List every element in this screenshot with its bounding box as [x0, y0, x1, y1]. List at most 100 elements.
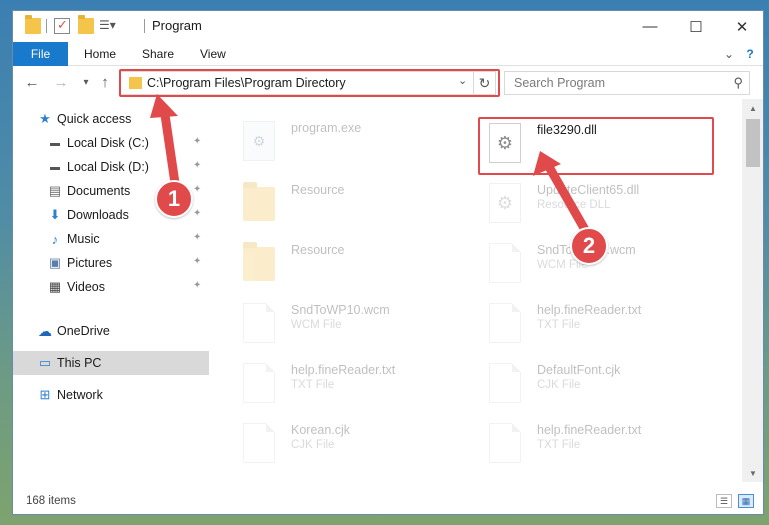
window-title: Program — [152, 18, 202, 33]
explorer-window: ✓ ☰▾ Program — ☐ ✕ File Home Share View … — [12, 10, 764, 515]
properties-icon[interactable]: ✓ — [54, 17, 70, 34]
drive-icon: ▬ — [50, 137, 60, 149]
tab-share[interactable]: Share — [130, 42, 186, 66]
sidebar-item-label: Videos — [67, 280, 105, 294]
sidebar-item-this-pc[interactable]: ▭ This PC — [13, 351, 209, 375]
folder-icon — [243, 182, 275, 221]
divider — [46, 19, 47, 33]
file-name: Resource — [291, 183, 345, 197]
exe-icon: ⚙ — [243, 121, 275, 161]
close-button[interactable]: ✕ — [719, 11, 763, 42]
callout-1: 1 — [155, 180, 193, 218]
divider — [144, 19, 145, 33]
file-type: TXT File — [537, 319, 581, 331]
file-item[interactable]: Korean.cjk CJK File — [235, 417, 475, 475]
sidebar-item-label: Pictures — [67, 256, 113, 270]
tab-file[interactable]: File — [13, 42, 68, 66]
file-item[interactable]: DefaultFont.cjk CJK File — [481, 357, 721, 415]
sidebar-item-label: Downloads — [67, 208, 129, 222]
document-icon — [489, 303, 521, 343]
pictures-icon: ▣ — [48, 255, 62, 270]
sidebar-item-label: This PC — [57, 356, 102, 370]
sidebar-item-label: Quick access — [57, 112, 132, 126]
pin-icon[interactable]: ✦ — [193, 280, 201, 291]
pin-icon[interactable]: ✦ — [193, 160, 201, 171]
sidebar-item-network[interactable]: ⊞ Network — [13, 383, 209, 407]
scroll-down-icon[interactable]: ▼ — [742, 464, 763, 482]
folder-item[interactable]: Resource — [235, 237, 475, 295]
file-name: Resource — [291, 243, 345, 257]
sidebar-item-label: Music — [67, 232, 100, 246]
file-name: SndToWP10.wcm — [291, 303, 390, 317]
pin-icon[interactable]: ✦ — [193, 256, 201, 267]
sidebar-item-local-disk-d[interactable]: ▬ Local Disk (D:) ✦ — [13, 155, 209, 179]
music-icon: ♪ — [51, 231, 59, 247]
target-file-highlight-box — [478, 117, 714, 175]
sidebar-item-quick-access[interactable]: ★ Quick access — [13, 107, 209, 131]
help-icon[interactable]: ? — [741, 42, 759, 66]
folder-icon — [25, 15, 41, 34]
forward-icon[interactable]: → — [52, 73, 70, 91]
customize-quick-access-icon[interactable]: ☰▾ — [99, 18, 119, 34]
expand-ribbon-icon[interactable]: ⌄ — [719, 42, 739, 66]
status-bar: 168 items ☰ ▦ — [13, 490, 763, 514]
document-icon — [489, 363, 521, 403]
search-icon[interactable]: ⚲ — [733, 75, 743, 91]
download-icon: ⬇ — [49, 207, 61, 222]
search-input[interactable] — [505, 72, 725, 94]
file-item[interactable]: help.fineReader.txt TXT File — [235, 357, 475, 415]
recent-locations-icon[interactable]: ▾ — [77, 73, 95, 91]
ribbon-tabs: File Home Share View ⌄ ? — [13, 42, 763, 66]
vertical-scrollbar[interactable]: ▲ ▼ — [742, 99, 763, 482]
folder-icon — [243, 242, 275, 281]
folder-item[interactable]: Resource — [235, 177, 475, 235]
drive-icon: ▬ — [50, 161, 60, 173]
maximize-button[interactable]: ☐ — [673, 11, 719, 42]
pin-icon[interactable]: ✦ — [193, 232, 201, 243]
pin-icon[interactable]: ✦ — [193, 184, 201, 195]
back-icon[interactable]: ← — [23, 73, 41, 91]
file-item[interactable]: help.fineReader.txt TXT File — [481, 297, 721, 355]
scroll-up-icon[interactable]: ▲ — [742, 99, 763, 117]
minimize-button[interactable]: — — [627, 11, 673, 42]
sidebar-item-label: Documents — [67, 184, 131, 198]
file-name: DefaultFont.cjk — [537, 363, 621, 377]
pin-icon[interactable]: ✦ — [193, 136, 201, 147]
sidebar-item-label: Local Disk (C:) — [67, 136, 149, 150]
document-icon — [243, 423, 275, 463]
large-icons-view-icon[interactable]: ▦ — [738, 494, 754, 508]
videos-icon: ▦ — [48, 279, 62, 294]
file-type: Resource DLL — [537, 199, 611, 211]
file-name: program.exe — [291, 121, 362, 135]
title-bar: ✓ ☰▾ Program — ☐ ✕ — [13, 11, 763, 42]
computer-icon: ▭ — [38, 355, 52, 370]
sidebar-item-videos[interactable]: ▦ Videos ✦ — [13, 275, 209, 299]
file-name: UpdateClient65.dll — [537, 183, 640, 197]
file-item[interactable]: ⚙ program.exe — [235, 115, 475, 173]
file-item[interactable]: help.fineReader.txt TXT File — [481, 417, 721, 475]
file-name: help.fineReader.txt — [291, 363, 396, 377]
pin-icon[interactable]: ✦ — [193, 208, 201, 219]
file-item[interactable]: SndToWP10.wcm WCM File — [235, 297, 475, 355]
search-box[interactable]: ⚲ — [504, 71, 750, 95]
star-icon: ★ — [39, 111, 51, 126]
sidebar-item-onedrive[interactable]: ☁ OneDrive — [13, 319, 209, 343]
file-name: Korean.cjk — [291, 423, 351, 437]
document-icon — [243, 303, 275, 343]
cloud-icon: ☁ — [38, 322, 52, 339]
tab-home[interactable]: Home — [72, 42, 128, 66]
tab-view[interactable]: View — [188, 42, 238, 66]
address-highlight-box — [119, 69, 500, 97]
document-icon — [489, 243, 521, 283]
details-view-icon[interactable]: ☰ — [716, 494, 732, 508]
navigation-bar: ← → ▾ ↑ C:\Program Files\Program Directo… — [13, 66, 763, 99]
up-icon[interactable]: ↑ — [96, 73, 114, 91]
sidebar-item-local-disk-c[interactable]: ▬ Local Disk (C:) ✦ — [13, 131, 209, 155]
navigation-pane: ★ Quick access ▬ Local Disk (C:) ✦ ▬ Loc… — [13, 99, 209, 482]
new-folder-icon[interactable] — [78, 15, 94, 34]
scroll-thumb[interactable] — [746, 119, 760, 167]
documents-icon: ▤ — [48, 183, 62, 198]
sidebar-item-music[interactable]: ♪ Music ✦ — [13, 227, 209, 251]
file-item[interactable]: ⚙ UpdateClient65.dll Resource DLL — [481, 177, 721, 235]
sidebar-item-pictures[interactable]: ▣ Pictures ✦ — [13, 251, 209, 275]
